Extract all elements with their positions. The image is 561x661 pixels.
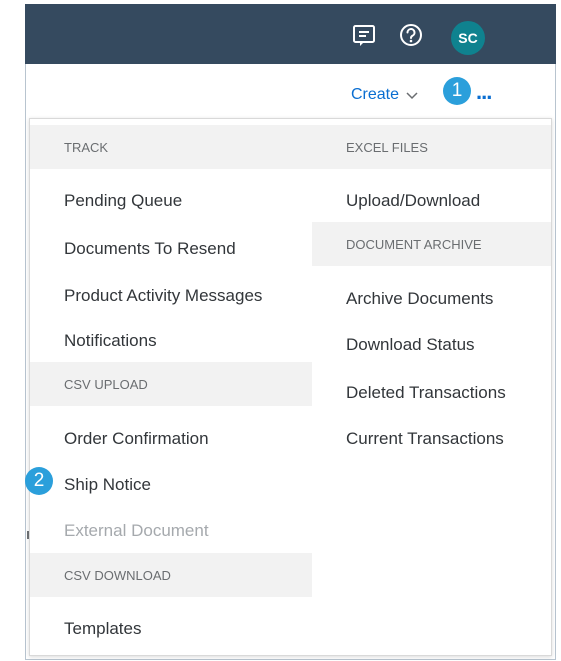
section-header-document-archive: DOCUMENT ARCHIVE	[312, 222, 551, 266]
help-icon[interactable]	[398, 22, 424, 48]
menu-item-order-confirmation[interactable]: Order Confirmation	[64, 429, 209, 449]
menu-item-upload-download[interactable]: Upload/Download	[346, 191, 480, 211]
create-menu-button[interactable]: Create	[351, 86, 419, 104]
create-dropdown-menu: TRACK Pending Queue Documents To Resend …	[29, 118, 552, 656]
notifications-icon[interactable]	[351, 22, 377, 48]
callout-badge-2: 2	[25, 467, 53, 495]
menu-item-templates[interactable]: Templates	[64, 619, 141, 639]
menu-item-notifications[interactable]: Notifications	[64, 331, 157, 351]
create-label: Create	[351, 86, 400, 103]
more-options-button[interactable]: ...	[476, 79, 492, 105]
menu-item-pending-queue[interactable]: Pending Queue	[64, 191, 182, 211]
callout-badge-1: 1	[443, 77, 471, 105]
section-header-csv-download: CSV DOWNLOAD	[30, 553, 312, 597]
section-header-excel-files: EXCEL FILES	[312, 125, 551, 169]
menu-item-ship-notice[interactable]: Ship Notice	[64, 475, 151, 495]
section-header-csv-upload: CSV UPLOAD	[30, 362, 312, 406]
avatar[interactable]: SC	[451, 21, 485, 55]
menu-item-download-status[interactable]: Download Status	[346, 335, 475, 355]
menu-item-deleted-transactions[interactable]: Deleted Transactions	[346, 383, 506, 403]
chevron-down-icon	[406, 92, 418, 100]
menu-item-archive-documents[interactable]: Archive Documents	[346, 289, 493, 309]
shell-bar: SC	[25, 4, 556, 64]
page-edge-marker	[27, 531, 29, 539]
menu-item-current-transactions[interactable]: Current Transactions	[346, 429, 504, 449]
menu-item-external-document: External Document	[64, 521, 209, 540]
menu-item-product-activity-messages[interactable]: Product Activity Messages	[64, 286, 262, 306]
section-header-track: TRACK	[30, 125, 312, 169]
menu-item-documents-to-resend[interactable]: Documents To Resend	[64, 239, 236, 259]
